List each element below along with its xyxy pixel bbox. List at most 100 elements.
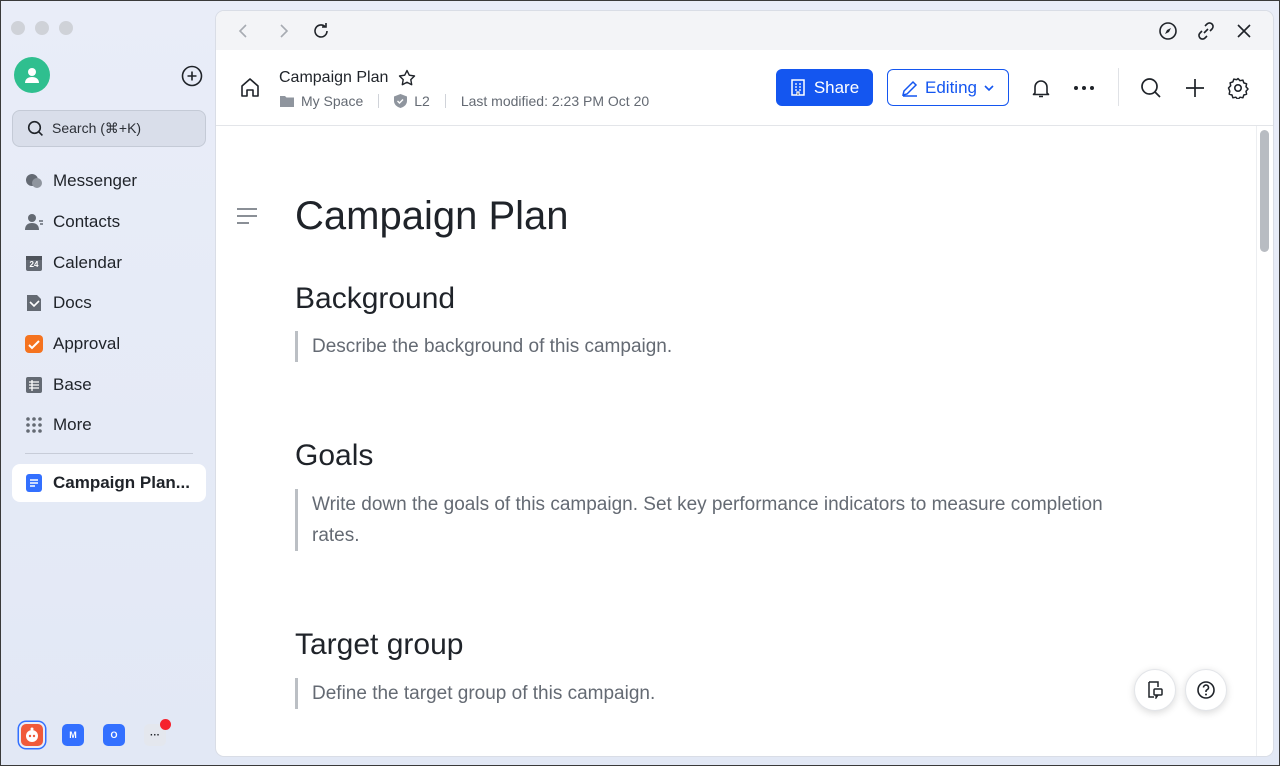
refresh-button[interactable]: [309, 19, 333, 43]
close-tab-button[interactable]: [1232, 19, 1256, 43]
section-body-goals[interactable]: Write down the goals of this campaign. S…: [295, 489, 1135, 551]
plus-circle-icon: [181, 65, 203, 87]
dock-more-label: ···: [150, 729, 160, 741]
bell-icon: [1032, 80, 1050, 98]
header-divider: [1118, 68, 1119, 106]
home-button[interactable]: [238, 76, 262, 100]
doc-content: Campaign Plan Background Describe the ba…: [216, 126, 1256, 756]
add-button[interactable]: [1182, 75, 1208, 101]
chevron-right-icon: [280, 24, 289, 38]
contacts-icon: [25, 213, 43, 231]
share-button[interactable]: Share: [776, 69, 873, 106]
copy-link-button[interactable]: [1194, 19, 1218, 43]
plus-icon: [1186, 79, 1204, 97]
sidebar-item-more[interactable]: More: [12, 405, 206, 446]
help-icon: [1197, 681, 1215, 699]
chevron-left-icon: [238, 24, 247, 38]
sidebar-item-active-doc[interactable]: Campaign Plan...: [12, 464, 206, 502]
add-button[interactable]: [180, 64, 204, 88]
comments-button[interactable]: [1134, 669, 1176, 711]
sidebar-item-label: Calendar: [53, 252, 122, 272]
doc-header: Campaign Plan My Space L2 Last modified:…: [216, 50, 1273, 126]
pencil-icon: [901, 80, 918, 97]
shield-icon: [394, 94, 408, 108]
app-dock: M O ···: [21, 719, 171, 746]
sidebar-item-label: Approval: [53, 334, 121, 354]
docs-icon: [25, 294, 43, 312]
calendar-day: 24: [29, 259, 39, 269]
doc-heading-title[interactable]: Campaign Plan: [295, 194, 569, 239]
sidebar-divider: [25, 453, 193, 454]
sidebar: Search (⌘+K) Messenger Contacts 24 Calen…: [1, 1, 216, 765]
messenger-icon: [25, 172, 43, 190]
last-modified: Last modified: 2:23 PM Oct 20: [460, 93, 650, 109]
section-heading-goals[interactable]: Goals: [295, 439, 373, 473]
compass-icon: [1159, 22, 1177, 40]
dock-app-o[interactable]: O: [103, 724, 125, 746]
dock-app-label: O: [110, 730, 118, 740]
refresh-icon: [314, 23, 328, 38]
settings-button[interactable]: [1225, 75, 1251, 101]
compass-button[interactable]: [1156, 19, 1180, 43]
outline-toggle-button[interactable]: [237, 208, 259, 230]
location-link[interactable]: My Space: [301, 93, 363, 109]
doc-title[interactable]: Campaign Plan: [279, 69, 388, 87]
security-level[interactable]: L2: [414, 93, 430, 109]
search-icon: [1141, 78, 1161, 98]
meta-divider: [444, 94, 446, 108]
sidebar-item-contacts[interactable]: Contacts: [12, 202, 206, 243]
section-body-target-group[interactable]: Define the target group of this campaign…: [295, 678, 1135, 709]
notifications-button[interactable]: [1028, 75, 1054, 101]
section-heading-background[interactable]: Background: [295, 282, 455, 316]
dock-app-label: M: [69, 730, 77, 740]
base-icon: [25, 376, 43, 394]
search-input[interactable]: Search (⌘+K): [12, 110, 206, 147]
sidebar-item-messenger[interactable]: Messenger: [12, 161, 206, 202]
section-body-background[interactable]: Describe the background of this campaign…: [295, 331, 1135, 362]
chevron-down-icon: [984, 84, 994, 91]
star-icon[interactable]: [398, 69, 416, 87]
approval-icon: [25, 335, 43, 354]
meta-divider: [378, 94, 380, 108]
sidebar-item-approval[interactable]: Approval: [12, 324, 206, 365]
doc-title-row: Campaign Plan: [279, 69, 416, 87]
back-button[interactable]: [232, 19, 256, 43]
folder-icon: [280, 96, 294, 107]
doc-icon: [25, 474, 43, 492]
sidebar-item-calendar[interactable]: 24 Calendar: [12, 242, 206, 283]
robot-icon: [26, 727, 38, 742]
forward-button[interactable]: [271, 19, 295, 43]
sidebar-item-base[interactable]: Base: [12, 364, 206, 405]
more-grid-icon: [25, 416, 43, 434]
dock-app-m[interactable]: M: [62, 724, 84, 746]
sidebar-item-label: Messenger: [53, 171, 138, 191]
search-button[interactable]: [1138, 75, 1164, 101]
building-icon: [791, 79, 805, 96]
gear-icon: [1227, 77, 1249, 99]
active-doc-label: Campaign Plan...: [53, 473, 190, 492]
more-options-button[interactable]: [1071, 75, 1097, 101]
section-heading-target-group[interactable]: Target group: [295, 628, 463, 662]
editing-mode-dropdown[interactable]: Editing: [887, 69, 1009, 106]
sidebar-item-docs[interactable]: Docs: [12, 283, 206, 324]
comment-doc-icon: [1148, 681, 1163, 699]
vertical-scrollbar[interactable]: [1256, 126, 1273, 756]
sidebar-item-label: Contacts: [53, 212, 121, 232]
close-icon: [1237, 24, 1251, 38]
sidebar-item-label: More: [53, 415, 92, 435]
avatar[interactable]: [14, 57, 50, 93]
home-icon: [241, 78, 259, 97]
user-icon: [25, 68, 39, 83]
more-horizontal-icon: [1074, 86, 1094, 90]
sidebar-item-label: Base: [53, 374, 92, 394]
calendar-icon: 24: [25, 254, 43, 272]
notification-dot: [160, 719, 171, 730]
dock-app-assistant[interactable]: [21, 724, 43, 746]
search-placeholder: Search (⌘+K): [52, 120, 142, 136]
app-window: Search (⌘+K) Messenger Contacts 24 Calen…: [0, 0, 1280, 766]
share-label: Share: [813, 77, 860, 97]
scrollbar-thumb[interactable]: [1260, 130, 1269, 252]
editing-label: Editing: [925, 77, 977, 97]
help-button[interactable]: [1185, 669, 1227, 711]
dock-more-button[interactable]: ···: [144, 719, 171, 746]
